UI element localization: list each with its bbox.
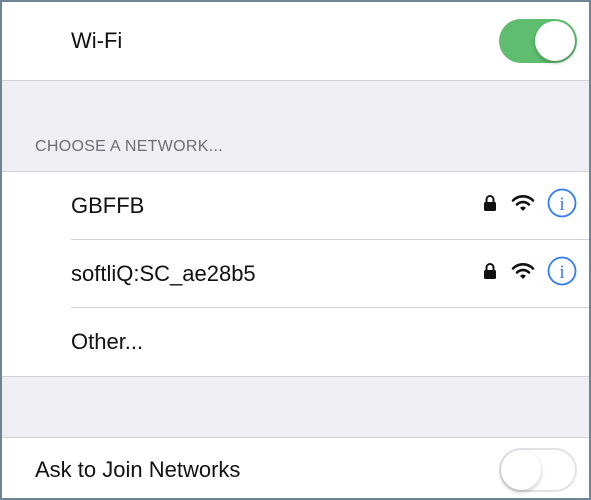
ask-to-join-label: Ask to Join Networks xyxy=(35,457,241,482)
wifi-signal-icon xyxy=(511,194,535,217)
network-name: softliQ:SC_ae28b5 xyxy=(71,260,256,286)
other-network-row[interactable]: Other... xyxy=(2,308,589,376)
ask-to-join-toggle[interactable] xyxy=(499,448,577,492)
lock-icon xyxy=(483,194,497,217)
network-row[interactable]: softliQ:SC_ae28b5 i xyxy=(2,240,589,307)
info-icon[interactable]: i xyxy=(547,256,577,291)
section-background xyxy=(2,81,589,171)
wifi-settings-screen: Wi-Fi CHOOSE A NETWORK... GBFFB i softli… xyxy=(0,0,591,500)
info-icon[interactable]: i xyxy=(547,188,577,223)
network-row[interactable]: GBFFB i xyxy=(2,172,589,239)
wifi-row: Wi-Fi xyxy=(2,2,589,80)
section-background xyxy=(2,377,589,437)
network-status-icons: i xyxy=(483,188,577,223)
other-network-label: Other... xyxy=(71,329,144,354)
ask-to-join-row: Ask to Join Networks xyxy=(2,438,589,498)
wifi-toggle-knob xyxy=(535,21,575,61)
network-status-icons: i xyxy=(483,256,577,291)
wifi-label: Wi-Fi xyxy=(71,28,123,53)
wifi-signal-icon xyxy=(511,262,535,285)
ask-to-join-toggle-knob xyxy=(501,450,541,490)
choose-network-header: CHOOSE A NETWORK... xyxy=(35,138,223,155)
svg-text:i: i xyxy=(559,262,564,283)
lock-icon xyxy=(483,262,497,285)
network-name: GBFFB xyxy=(71,192,145,218)
wifi-toggle[interactable] xyxy=(499,19,577,63)
svg-text:i: i xyxy=(559,194,564,215)
